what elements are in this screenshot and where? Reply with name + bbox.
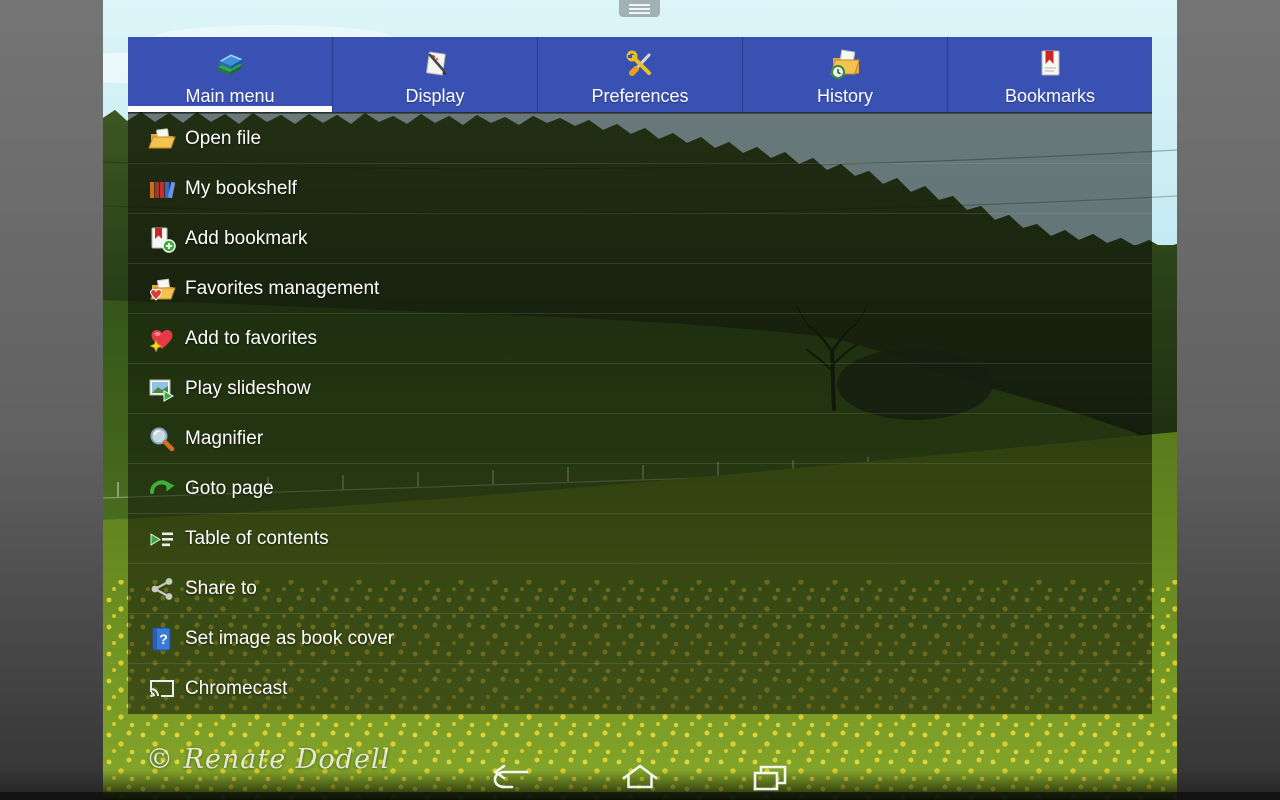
menu-handle-icon[interactable]	[619, 0, 660, 17]
menu-item-share-to[interactable]: Share to	[128, 564, 1152, 614]
menu-item-goto-page[interactable]: Goto page	[128, 464, 1152, 514]
menu-item-label: My bookshelf	[185, 178, 297, 200]
book-cover-question-icon: ?	[148, 625, 176, 653]
tab-label: Main menu	[185, 86, 274, 107]
menu-item-label: Add bookmark	[185, 228, 308, 250]
menu-item-table-of-contents[interactable]: Table of contents	[128, 514, 1152, 564]
goto-arrow-icon	[148, 475, 176, 503]
tab-preferences[interactable]: Preferences	[537, 37, 742, 112]
letterbox-right	[1177, 0, 1280, 800]
slideshow-icon	[148, 375, 176, 403]
screen-bottom-shade	[0, 792, 1280, 800]
books-stack-icon	[212, 44, 248, 84]
magnifier-icon	[148, 425, 176, 453]
menu-item-label: Add to favorites	[185, 328, 317, 350]
menu-item-magnifier[interactable]: Magnifier	[128, 414, 1152, 464]
menu-item-my-bookshelf[interactable]: My bookshelf	[128, 164, 1152, 214]
menu-item-add-bookmark[interactable]: Add bookmark	[128, 214, 1152, 264]
favorites-folder-icon	[148, 275, 176, 303]
main-menu-panel: Open file My bookshelf Add bookmark	[128, 112, 1152, 714]
menu-item-favorites-management[interactable]: Favorites management	[128, 264, 1152, 314]
svg-text:?: ?	[159, 631, 168, 647]
tab-display[interactable]: Display	[332, 37, 537, 112]
tab-history[interactable]: History	[742, 37, 947, 112]
bookmark-page-icon	[1032, 44, 1068, 84]
page-pencil-icon	[417, 44, 453, 84]
menu-item-label: Goto page	[185, 478, 274, 500]
share-icon	[148, 575, 176, 603]
menu-item-set-image-as-book-cover[interactable]: ? Set image as book cover	[128, 614, 1152, 664]
menu-item-label: Favorites management	[185, 278, 379, 300]
tab-bar: Main menu Display Preferences	[128, 37, 1152, 112]
tools-icon	[622, 44, 658, 84]
tab-bookmarks[interactable]: Bookmarks	[947, 37, 1152, 112]
tab-label: Bookmarks	[1005, 86, 1095, 107]
toc-icon	[148, 525, 176, 553]
chromecast-icon	[148, 675, 176, 703]
heart-star-icon	[148, 325, 176, 353]
photo-watermark: © Renate Dodell	[146, 744, 390, 775]
recents-icon[interactable]	[748, 762, 792, 796]
menu-item-play-slideshow[interactable]: Play slideshow	[128, 364, 1152, 414]
tab-main-menu[interactable]: Main menu	[128, 37, 332, 112]
open-folder-icon	[148, 125, 176, 153]
menu-item-label: Chromecast	[185, 678, 287, 700]
back-icon[interactable]	[489, 762, 533, 796]
bookshelf-icon	[148, 175, 176, 203]
menu-item-label: Play slideshow	[185, 378, 311, 400]
folder-clock-icon	[827, 44, 863, 84]
menu-item-add-to-favorites[interactable]: Add to favorites	[128, 314, 1152, 364]
menu-item-label: Set image as book cover	[185, 628, 394, 650]
menu-item-open-file[interactable]: Open file	[128, 114, 1152, 164]
tab-label: Preferences	[591, 86, 688, 107]
menu-item-label: Share to	[185, 578, 257, 600]
tab-label: History	[817, 86, 873, 107]
menu-item-chromecast[interactable]: Chromecast	[128, 664, 1152, 714]
menu-item-label: Table of contents	[185, 528, 329, 550]
menu-item-label: Open file	[185, 128, 261, 150]
home-icon[interactable]	[618, 761, 662, 795]
letterbox-left	[0, 0, 103, 800]
tab-label: Display	[405, 86, 464, 107]
menu-item-label: Magnifier	[185, 428, 263, 450]
add-bookmark-icon	[148, 225, 176, 253]
